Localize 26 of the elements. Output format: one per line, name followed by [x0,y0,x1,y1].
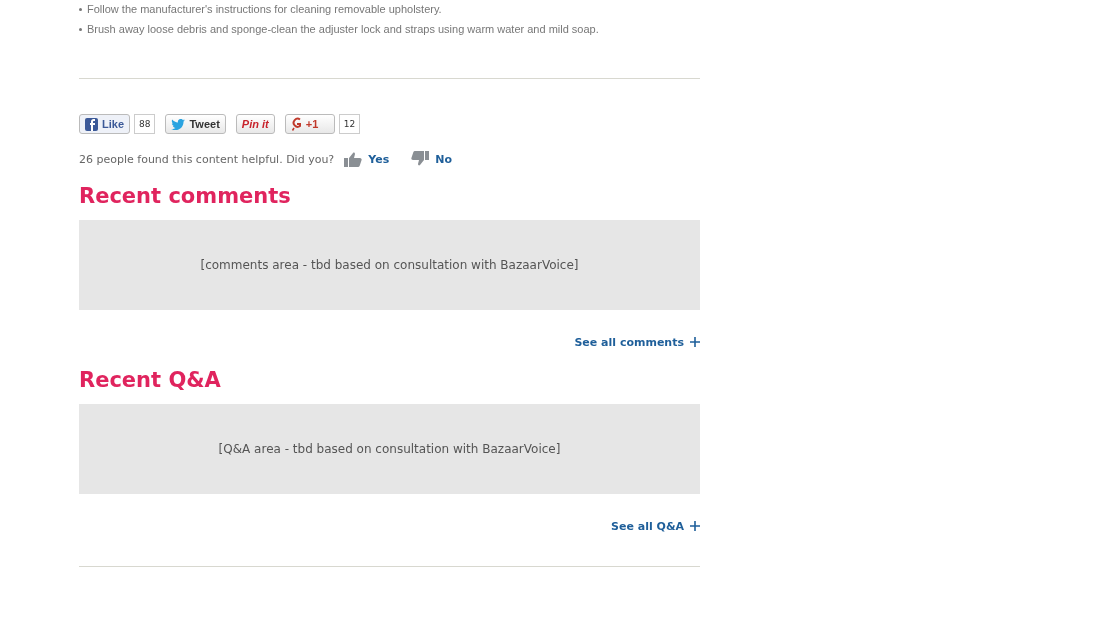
share-count: 12 [338,114,361,134]
share-button[interactable]: +1 [284,114,335,134]
share-button[interactable]: Like [79,114,130,134]
share-button[interactable]: Tweet [165,114,226,134]
placeholder-text: [Q&A area - tbd based on consultation with BazaarVoice] [218,442,561,456]
thumbs-up-icon [344,151,363,167]
bullet-icon [79,27,82,31]
placeholder-text: [comments area - tbd based on consultation with BazaarVoice] [200,258,579,272]
section-heading: Recent Q&A [79,367,222,394]
plus-icon [690,337,700,347]
share-count: 88 [134,114,156,134]
plus-icon [690,521,700,531]
bullet-icon [79,7,82,11]
no-link[interactable]: No [411,151,452,167]
facebook-icon [85,117,98,131]
section-heading: Recent comments [79,183,292,210]
thumbs-down-icon [411,151,430,167]
bird-icon [171,118,186,130]
google-icon [290,117,302,131]
share-button[interactable]: Pin it [235,114,275,134]
care-instruction: Follow the manufacturer's instructions for cleaning removable upholstery. [87,2,442,16]
yes-link[interactable]: Yes [344,151,390,167]
care-instruction: Brush away loose debris and sponge-clean the adjuster lock and straps using warm water and mild soap. [87,22,599,36]
see-all-link[interactable]: See all Q&A [611,518,700,534]
see-all-link[interactable]: See all comments [574,334,700,350]
helpful-question: 26 people found this content helpful. Did you? [79,152,335,166]
